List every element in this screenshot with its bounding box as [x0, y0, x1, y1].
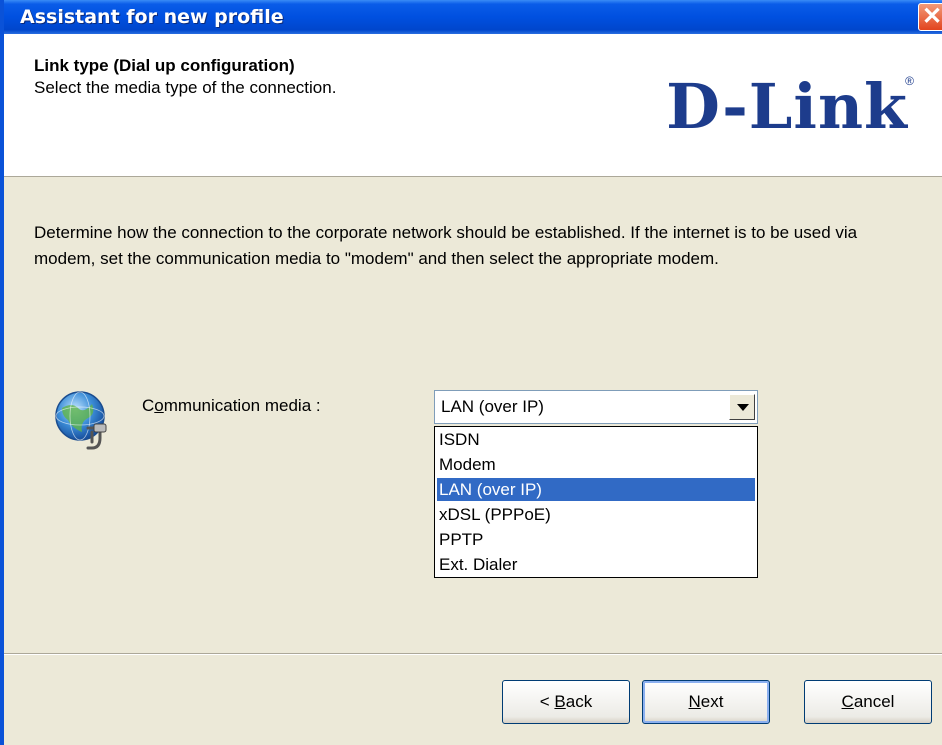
dlink-logo: D-Link — [666, 70, 908, 143]
wizard-header: Link type (Dial up configuration) Select… — [4, 34, 942, 177]
window-title: Assistant for new profile — [20, 6, 284, 28]
option-modem[interactable]: Modem — [437, 453, 755, 476]
network-globe-icon — [55, 391, 107, 450]
media-options-list[interactable]: ISDN Modem LAN (over IP) xDSL (PPPoE) PP… — [434, 426, 758, 578]
page-title: Link type (Dial up configuration) — [34, 56, 295, 75]
back-button[interactable]: < Back — [502, 680, 630, 724]
footer-divider — [4, 653, 942, 655]
option-xdsl-pppoe[interactable]: xDSL (PPPoE) — [437, 503, 755, 526]
selected-media-value: LAN (over IP) — [441, 397, 544, 416]
instructions-text: Determine how the connection to the corp… — [34, 223, 858, 268]
page-subtitle: Select the media type of the connection. — [34, 78, 337, 97]
close-icon: ✕ — [922, 3, 942, 30]
next-button[interactable]: Next — [642, 680, 770, 724]
cancel-button[interactable]: Cancel — [804, 680, 932, 724]
title-bar[interactable]: Assistant for new profile ✕ — [4, 0, 942, 34]
registered-mark: ® — [905, 74, 914, 88]
option-ext-dialer[interactable]: Ext. Dialer — [437, 553, 755, 576]
option-pptp[interactable]: PPTP — [437, 528, 755, 551]
dropdown-arrow-icon[interactable] — [729, 394, 755, 420]
close-button[interactable]: ✕ — [918, 3, 942, 31]
communication-media-select[interactable]: LAN (over IP) — [434, 390, 758, 424]
dialog-window: Assistant for new profile ✕ Link type (D… — [0, 0, 942, 745]
option-lan-over-ip[interactable]: LAN (over IP) — [437, 478, 755, 501]
communication-media-label: Communication media : — [142, 396, 321, 415]
option-isdn[interactable]: ISDN — [437, 428, 755, 451]
